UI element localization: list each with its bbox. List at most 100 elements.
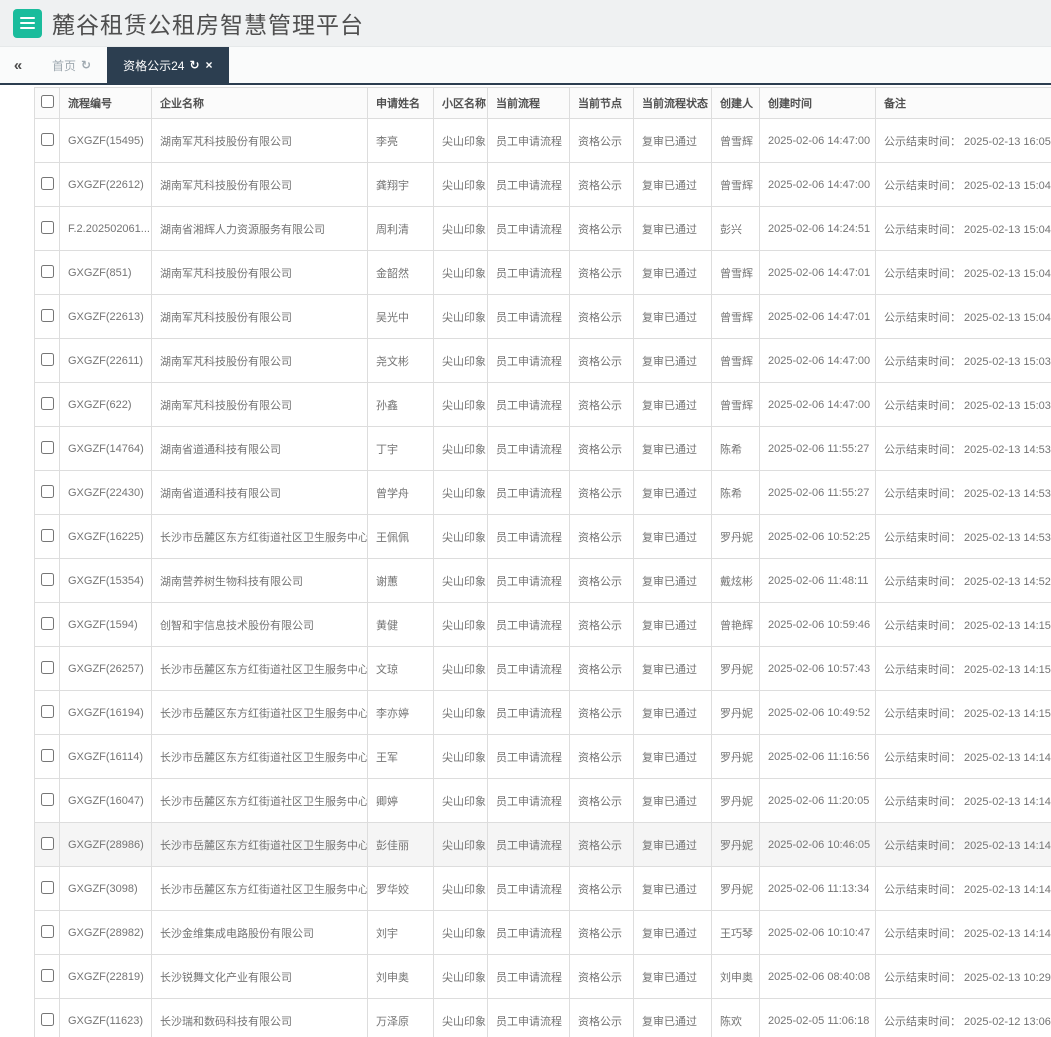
cell-flow-id: GXGZF(16114) bbox=[59, 734, 152, 779]
cell-created-time: 2025-02-06 11:13:34 bbox=[759, 866, 876, 911]
app-window: 麓谷租赁公租房智慧管理平台 « 首页 ↻ 资格公示24 ↻ × 流程编号 企业名… bbox=[0, 0, 1051, 1037]
tab-home[interactable]: 首页 ↻ bbox=[36, 47, 107, 83]
cell-node: 资格公示 bbox=[569, 470, 634, 515]
row-select-cell bbox=[34, 294, 60, 339]
row-select-cell bbox=[34, 998, 60, 1037]
cell-remark: 公示结束时间： 2025-02-13 14:14:36 bbox=[875, 822, 1051, 867]
cell-status: 复审已通过 bbox=[633, 998, 712, 1037]
row-checkbox[interactable] bbox=[40, 660, 54, 674]
cell-creator: 罗丹妮 bbox=[711, 778, 760, 823]
table-row[interactable]: GXGZF(16194) 长沙市岳麓区东方红街道社区卫生服务中心 李亦婷 尖山印… bbox=[34, 690, 1051, 735]
table-row[interactable]: GXGZF(11623) 长沙瑞和数码科技有限公司 万泽原 尖山印象 员工申请流… bbox=[34, 998, 1051, 1037]
cell-created-time: 2025-02-06 14:24:51 bbox=[759, 206, 876, 251]
tab-home-label: 首页 bbox=[52, 58, 77, 73]
refresh-icon[interactable]: ↻ bbox=[189, 58, 199, 72]
cell-creator: 陈希 bbox=[711, 470, 760, 515]
select-all-checkbox[interactable] bbox=[40, 95, 54, 108]
table-row[interactable]: GXGZF(28982) 长沙金维集成电路股份有限公司 刘宇 尖山印象 员工申请… bbox=[34, 910, 1051, 955]
tab-qualification-publicity[interactable]: 资格公示24 ↻ × bbox=[107, 47, 229, 83]
cell-creator: 罗丹妮 bbox=[711, 690, 760, 735]
cell-created-time: 2025-02-06 11:48:11 bbox=[759, 558, 876, 603]
cell-node: 资格公示 bbox=[569, 602, 634, 647]
table-row[interactable]: GXGZF(22819) 长沙锐舞文化产业有限公司 刘申奥 尖山印象 员工申请流… bbox=[34, 954, 1051, 999]
row-checkbox[interactable] bbox=[40, 484, 54, 498]
cell-status: 复审已通过 bbox=[633, 162, 712, 207]
table-row[interactable]: GXGZF(15354) 湖南营养树生物科技有限公司 谢蕙 尖山印象 员工申请流… bbox=[34, 558, 1051, 603]
collapse-tabs-icon[interactable]: « bbox=[0, 47, 36, 83]
row-checkbox[interactable] bbox=[40, 704, 54, 718]
row-checkbox[interactable] bbox=[40, 264, 54, 278]
row-checkbox[interactable] bbox=[40, 1012, 54, 1026]
cell-community: 尖山印象 bbox=[433, 250, 488, 295]
table-row[interactable]: GXGZF(16225) 长沙市岳麓区东方红街道社区卫生服务中心 王佩佩 尖山印… bbox=[34, 514, 1051, 559]
table-row[interactable]: GXGZF(15495) 湖南军芃科技股份有限公司 李亮 尖山印象 员工申请流程… bbox=[34, 118, 1051, 163]
cell-remark: 公示结束时间： 2025-02-13 16:05:22 bbox=[875, 118, 1051, 163]
cell-applicant: 彭佳丽 bbox=[367, 822, 434, 867]
row-select-cell bbox=[34, 338, 60, 383]
cell-flow-id: GXGZF(14764) bbox=[59, 426, 152, 471]
cell-flow-id: GXGZF(16194) bbox=[59, 690, 152, 735]
row-checkbox[interactable] bbox=[40, 528, 54, 542]
table-row[interactable]: GXGZF(16047) 长沙市岳麓区东方红街道社区卫生服务中心 卿婷 尖山印象… bbox=[34, 778, 1051, 823]
row-checkbox[interactable] bbox=[40, 968, 54, 982]
cell-remark: 公示结束时间： 2025-02-13 14:14:26 bbox=[875, 866, 1051, 911]
cell-applicant: 李亦婷 bbox=[367, 690, 434, 735]
cell-company: 湖南营养树生物科技有限公司 bbox=[151, 558, 368, 603]
row-checkbox[interactable] bbox=[40, 220, 54, 234]
cell-status: 复审已通过 bbox=[633, 646, 712, 691]
cell-creator: 曾雪辉 bbox=[711, 118, 760, 163]
cell-remark: 公示结束时间： 2025-02-13 14:15:31 bbox=[875, 602, 1051, 647]
row-checkbox[interactable] bbox=[40, 396, 54, 410]
table-row[interactable]: GXGZF(3098) 长沙市岳麓区东方红街道社区卫生服务中心 罗华姣 尖山印象… bbox=[34, 866, 1051, 911]
row-select-cell bbox=[34, 734, 60, 779]
cell-process: 员工申请流程 bbox=[487, 558, 570, 603]
cell-applicant: 刘申奥 bbox=[367, 954, 434, 999]
table-row[interactable]: GXGZF(28986) 长沙市岳麓区东方红街道社区卫生服务中心 彭佳丽 尖山印… bbox=[34, 822, 1051, 867]
table-row[interactable]: GXGZF(16114) 长沙市岳麓区东方红街道社区卫生服务中心 王军 尖山印象… bbox=[34, 734, 1051, 779]
cell-status: 复审已通过 bbox=[633, 866, 712, 911]
cell-company: 湖南军芃科技股份有限公司 bbox=[151, 338, 368, 383]
cell-process: 员工申请流程 bbox=[487, 118, 570, 163]
table-row[interactable]: F.2.202502061... 湖南省湘辉人力资源服务有限公司 周利清 尖山印… bbox=[34, 206, 1051, 251]
cell-created-time: 2025-02-06 10:49:52 bbox=[759, 690, 876, 735]
row-checkbox[interactable] bbox=[40, 352, 54, 366]
row-checkbox[interactable] bbox=[40, 572, 54, 586]
cell-applicant: 卿婷 bbox=[367, 778, 434, 823]
column-header-node: 当前节点 bbox=[569, 87, 634, 119]
table-row[interactable]: GXGZF(851) 湖南军芃科技股份有限公司 金韶然 尖山印象 员工申请流程 … bbox=[34, 250, 1051, 295]
row-checkbox[interactable] bbox=[40, 748, 54, 762]
table-row[interactable]: GXGZF(14764) 湖南省道通科技有限公司 丁宇 尖山印象 员工申请流程 … bbox=[34, 426, 1051, 471]
cell-node: 资格公示 bbox=[569, 778, 634, 823]
table-row[interactable]: GXGZF(22430) 湖南省道通科技有限公司 曾学舟 尖山印象 员工申请流程… bbox=[34, 470, 1051, 515]
row-checkbox[interactable] bbox=[40, 616, 54, 630]
table-row[interactable]: GXGZF(26257) 长沙市岳麓区东方红街道社区卫生服务中心 文琼 尖山印象… bbox=[34, 646, 1051, 691]
hamburger-icon bbox=[20, 17, 35, 19]
cell-company: 湖南军芃科技股份有限公司 bbox=[151, 118, 368, 163]
menu-toggle-button[interactable] bbox=[13, 8, 42, 38]
cell-remark: 公示结束时间： 2025-02-13 10:29:36 bbox=[875, 954, 1051, 999]
cell-creator: 罗丹妮 bbox=[711, 646, 760, 691]
table-row[interactable]: GXGZF(1594) 创智和宇信息技术股份有限公司 黄健 尖山印象 员工申请流… bbox=[34, 602, 1051, 647]
row-checkbox[interactable] bbox=[40, 792, 54, 806]
row-checkbox[interactable] bbox=[40, 132, 54, 146]
row-checkbox[interactable] bbox=[40, 176, 54, 190]
row-select-cell bbox=[34, 206, 60, 251]
row-checkbox[interactable] bbox=[40, 836, 54, 850]
row-checkbox[interactable] bbox=[40, 440, 54, 454]
close-icon[interactable]: × bbox=[206, 58, 213, 72]
row-select-cell bbox=[34, 646, 60, 691]
table-row[interactable]: GXGZF(22611) 湖南军芃科技股份有限公司 尧文彬 尖山印象 员工申请流… bbox=[34, 338, 1051, 383]
row-checkbox[interactable] bbox=[40, 880, 54, 894]
cell-company: 长沙锐舞文化产业有限公司 bbox=[151, 954, 368, 999]
cell-creator: 罗丹妮 bbox=[711, 866, 760, 911]
cell-community: 尖山印象 bbox=[433, 998, 488, 1037]
cell-community: 尖山印象 bbox=[433, 294, 488, 339]
table-row[interactable]: GXGZF(22613) 湖南军芃科技股份有限公司 吴光中 尖山印象 员工申请流… bbox=[34, 294, 1051, 339]
row-checkbox[interactable] bbox=[40, 308, 54, 322]
row-checkbox[interactable] bbox=[40, 924, 54, 938]
table-row[interactable]: GXGZF(22612) 湖南军芃科技股份有限公司 龚翔宇 尖山印象 员工申请流… bbox=[34, 162, 1051, 207]
refresh-icon[interactable]: ↻ bbox=[81, 58, 91, 72]
cell-company: 长沙市岳麓区东方红街道社区卫生服务中心 bbox=[151, 646, 368, 691]
table-row[interactable]: GXGZF(622) 湖南军芃科技股份有限公司 孙鑫 尖山印象 员工申请流程 资… bbox=[34, 382, 1051, 427]
cell-created-time: 2025-02-06 10:52:25 bbox=[759, 514, 876, 559]
